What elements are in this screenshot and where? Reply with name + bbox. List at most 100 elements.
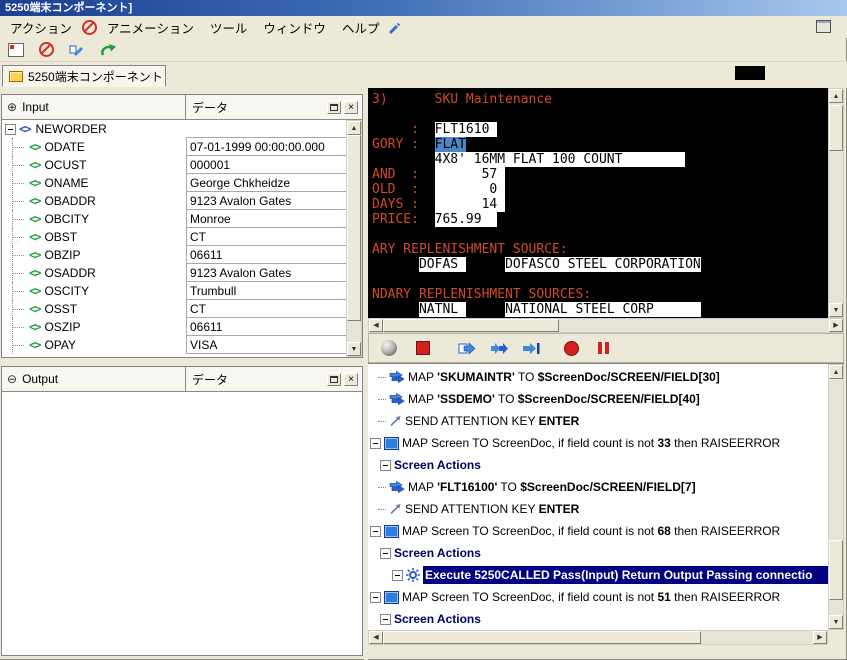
tree-value-cell[interactable]: 06611 [186,245,346,264]
terminal-field[interactable]: 4X8' 16MM FLAT 100 COUNT [434,152,686,167]
scroll-down-button[interactable]: ▼ [829,615,843,629]
scroll-left-button[interactable]: ◀ [369,631,383,644]
component-window-button[interactable] [4,39,28,61]
scroll-down-button[interactable]: ▼ [829,303,843,317]
expander-icon[interactable] [5,123,16,135]
scroll-up-button[interactable]: ▲ [829,89,843,103]
terminal-field[interactable]: DOFAS [418,257,466,272]
tree-row[interactable]: <> OSCITY Trumbull [2,281,346,300]
step-over-button[interactable] [487,337,511,359]
terminal-field[interactable]: NATIONAL STEEL CORP [505,302,701,317]
tree-row[interactable]: <> OSADDR 9123 Avalon Gates [2,263,346,282]
terminal-field[interactable]: 57 [434,167,506,182]
float-panel-button[interactable] [327,372,341,386]
action-row[interactable]: MAP Screen TO ScreenDoc, if field count … [368,586,828,608]
scroll-thumb[interactable] [829,105,843,151]
menu-animation[interactable]: アニメーション [99,16,202,39]
record-button[interactable] [559,337,583,359]
tab-5250-terminal-component[interactable]: 5250端末コンポーネント [2,65,166,87]
action-row[interactable]: MAP 'FLT16100' TO $ScreenDoc/SCREEN/FIEL… [368,476,828,498]
close-panel-button[interactable]: × [344,372,358,386]
record-off-button[interactable] [34,39,58,61]
terminal-vertical-scrollbar[interactable]: ▲ ▼ [828,88,844,318]
tree-row[interactable]: <> OCUST 000001 [2,155,346,174]
stop-button[interactable] [411,337,435,359]
scroll-left-button[interactable]: ◀ [369,319,383,332]
titlebar[interactable]: 5250端末コンポーネント] [0,0,847,16]
tree-row[interactable]: <> OSZIP 06611 [2,317,346,336]
expander-icon[interactable] [380,547,391,559]
terminal-field[interactable]: 14 [434,197,506,212]
scroll-right-button[interactable]: ▶ [813,631,827,644]
menu-tools[interactable]: ツール [202,16,256,39]
tree-row[interactable]: <> OPAY VISA [2,335,346,354]
tree-value-cell[interactable]: CT [186,227,346,246]
menu-window[interactable]: ウィンドウ [255,16,334,39]
terminal-field[interactable]: NATNL [418,302,466,317]
edit-animation-button[interactable] [64,39,88,61]
terminal-horizontal-scrollbar[interactable]: ◀ ▶ [368,318,844,333]
tree-row[interactable]: <> ODATE 07-01-1999 00:00:00.000 [2,137,346,156]
terminal-field[interactable]: DOFASCO STEEL CORPORATION [505,257,701,272]
terminal-selected-field[interactable]: FLAT [434,137,466,152]
continue-animation-button[interactable] [96,39,120,61]
tree-row[interactable]: <> OBST CT [2,227,346,246]
action-row[interactable]: MAP Screen TO ScreenDoc, if field count … [368,520,828,542]
tree-row[interactable]: <> OBADDR 9123 Avalon Gates [2,191,346,210]
scroll-down-button[interactable]: ▼ [347,342,361,356]
pause-button[interactable] [591,337,615,359]
tree-value-cell[interactable]: CT [186,299,346,318]
action-row[interactable]: Execute 5250CALLED Pass(Input) Return Ou… [368,564,828,586]
tree-value-cell[interactable]: 06611 [186,317,346,336]
tree-value-cell[interactable]: George Chkheidze [186,173,346,192]
terminal-field[interactable]: 0 [434,182,506,197]
scroll-up-button[interactable]: ▲ [829,365,843,379]
tree-value-cell[interactable]: 000001 [186,155,346,174]
action-row[interactable]: Screen Actions [368,542,828,564]
expander-icon[interactable] [380,613,391,625]
menu-help[interactable]: ヘルプ [334,16,388,39]
close-panel-button[interactable]: × [344,100,358,114]
tree-value-cell[interactable]: Monroe [186,209,346,228]
tree-value-cell[interactable]: 07-01-1999 00:00:00.000 [186,137,346,156]
expander-icon[interactable] [370,437,381,449]
connection-button[interactable] [377,337,401,359]
expander-icon[interactable] [370,525,381,537]
terminal-field[interactable]: FLT1610 [434,122,498,137]
expander-icon[interactable] [380,459,391,471]
tree-connector-icon [378,398,386,400]
action-row[interactable]: Screen Actions [368,454,828,476]
tree-value-cell[interactable]: 9123 Avalon Gates [186,191,346,210]
tree-row[interactable]: <> OBCITY Monroe [2,209,346,228]
scroll-thumb[interactable] [829,540,843,600]
tree-row[interactable]: <> ONAME George Chkheidze [2,173,346,192]
terminal-field[interactable]: 765.99 [434,212,498,227]
scroll-up-button[interactable]: ▲ [347,121,361,135]
terminal-screen[interactable]: 3) SKU Maintenance : FLT1610 GORY : FLAT… [368,88,828,318]
float-panel-button[interactable] [327,100,341,114]
step-into-button[interactable] [455,337,479,359]
tree-value-cell[interactable]: Trumbull [186,281,346,300]
tree-node-root[interactable]: <> NEWORDER [2,120,346,138]
action-row[interactable]: SEND ATTENTION KEY ENTER [368,498,828,520]
scroll-right-button[interactable]: ▶ [829,319,843,332]
input-tree-scrollbar[interactable]: ▲ ▼ [346,120,362,357]
menu-action[interactable]: アクション [2,16,80,39]
scroll-thumb[interactable] [383,319,559,332]
scroll-thumb[interactable] [347,135,361,321]
action-row[interactable]: MAP Screen TO ScreenDoc, if field count … [368,432,828,454]
expander-icon[interactable] [392,569,403,581]
action-vertical-scrollbar[interactable]: ▲ ▼ [828,364,844,630]
tree-row[interactable]: <> OBZIP 06611 [2,245,346,264]
action-horizontal-scrollbar[interactable]: ◀ ▶ [368,630,828,645]
action-row[interactable]: SEND ATTENTION KEY ENTER [368,410,828,432]
scroll-thumb[interactable] [383,631,701,644]
tree-value-cell[interactable]: 9123 Avalon Gates [186,263,346,282]
expander-icon[interactable] [370,591,381,603]
step-to-end-button[interactable] [519,337,543,359]
tree-row[interactable]: <> OSST CT [2,299,346,318]
tree-value-cell[interactable]: VISA [186,335,346,354]
action-row[interactable]: MAP 'SKUMAINTR' TO $ScreenDoc/SCREEN/FIE… [368,366,828,388]
action-row[interactable]: Screen Actions [368,608,828,630]
action-row[interactable]: MAP 'SSDEMO' TO $ScreenDoc/SCREEN/FIELD[… [368,388,828,410]
